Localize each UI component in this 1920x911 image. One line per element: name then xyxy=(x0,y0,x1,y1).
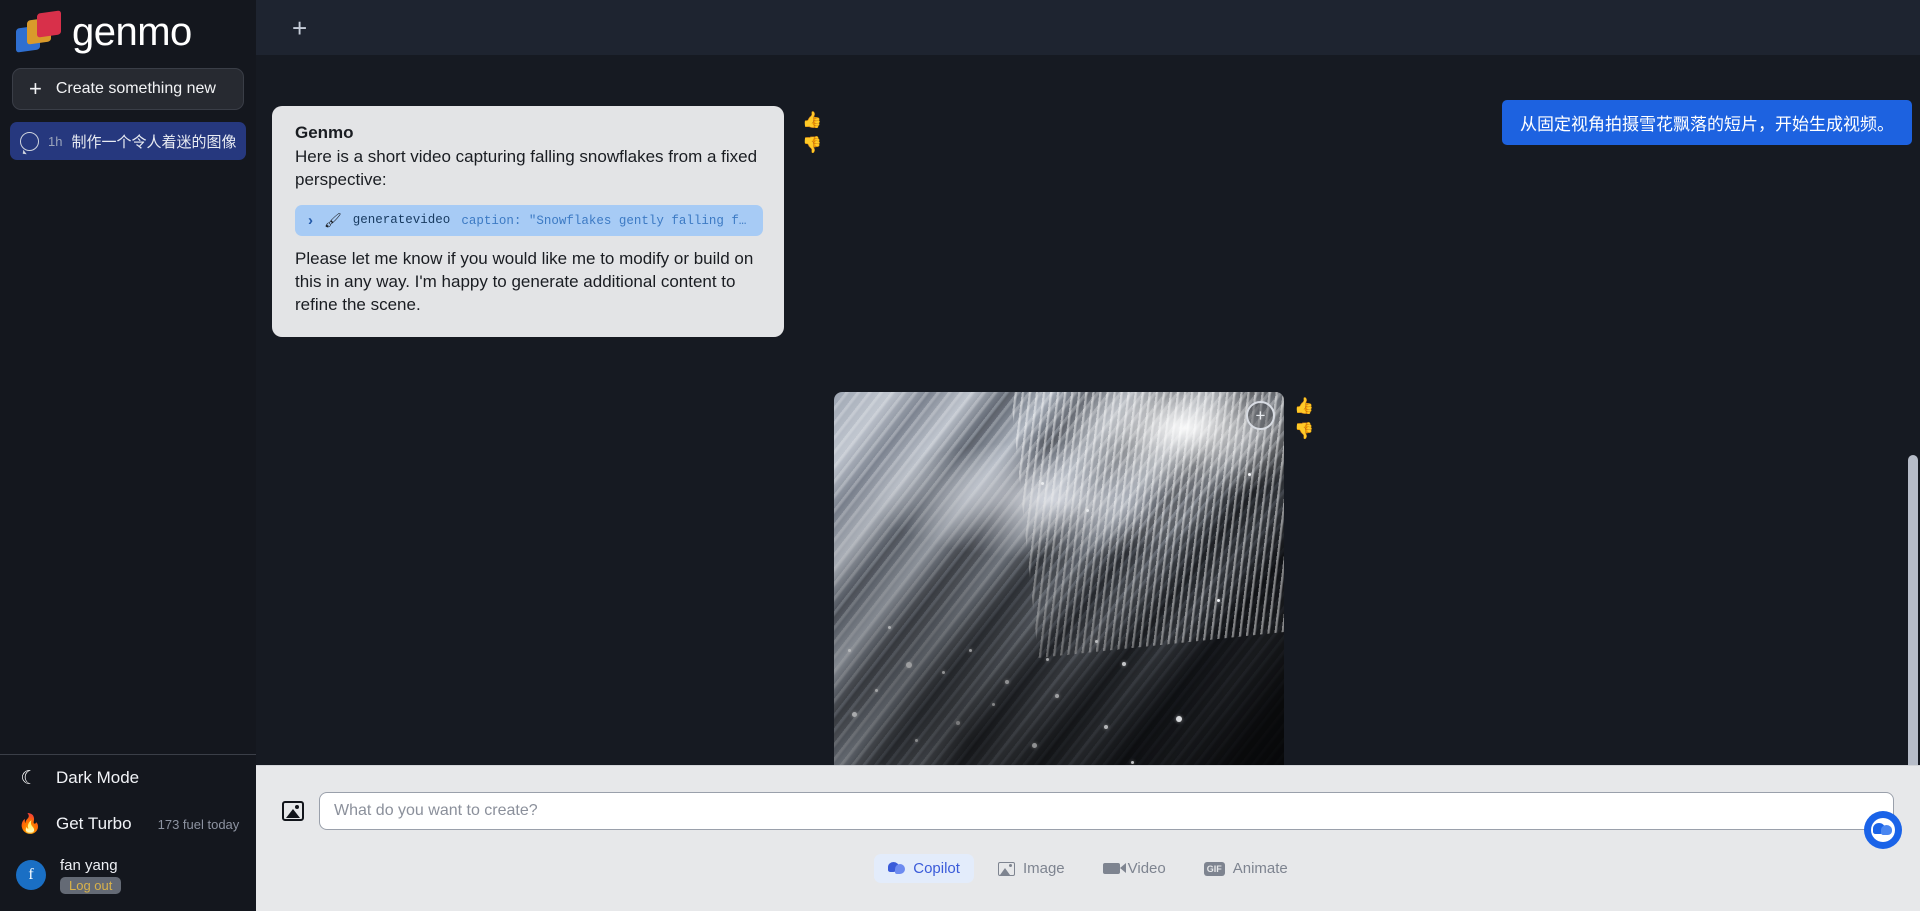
dark-mode-label: Dark Mode xyxy=(56,768,139,788)
photo-icon xyxy=(998,862,1015,876)
mode-copilot[interactable]: Copilot xyxy=(874,854,974,883)
thumbs-up-icon[interactable]: 👍 xyxy=(1294,399,1314,415)
copilot-icon xyxy=(888,861,905,876)
mode-video[interactable]: Video xyxy=(1089,854,1180,883)
conversation-item[interactable]: 1h 制作一个令人着迷的图像动画 xyxy=(10,122,246,160)
genmo-logo-icon xyxy=(16,12,62,52)
logout-button[interactable]: Log out xyxy=(60,877,121,894)
composer-input-row xyxy=(282,792,1894,830)
generated-video-thumbnail[interactable]: + ↓ genmo xyxy=(834,392,1284,765)
flame-icon: 🔥 xyxy=(18,812,40,836)
composer-bar: Copilot Image Video GIF Animate xyxy=(256,765,1920,911)
app-root: genmo + Create something new 1h 制作一个令人着迷… xyxy=(0,0,1920,911)
brand-name: genmo xyxy=(72,12,192,52)
sidebar-spacer xyxy=(0,160,256,754)
get-turbo-label: Get Turbo xyxy=(56,814,132,834)
generated-video-group: + ↓ genmo 👍 👎 xyxy=(834,392,1314,765)
video-vignette xyxy=(834,392,1284,765)
mode-copilot-label: Copilot xyxy=(913,860,960,877)
chat-bubble-icon xyxy=(20,132,39,151)
paintbrush-icon: 🖌 xyxy=(324,212,342,229)
mode-animate[interactable]: GIF Animate xyxy=(1190,854,1302,883)
brand-logo[interactable]: genmo xyxy=(0,0,256,62)
gif-icon: GIF xyxy=(1204,862,1225,876)
user-message-bubble: 从固定视角拍摄雪花飘落的短片，开始生成视频。 xyxy=(1502,100,1912,145)
video-camera-icon xyxy=(1103,863,1120,874)
conversation-time: 1h xyxy=(48,134,62,149)
new-chat-plus-icon[interactable]: + xyxy=(292,15,307,41)
thumbs-down-icon[interactable]: 👎 xyxy=(1294,424,1314,440)
tool-call-args: caption: "Snowflakes gently falling from… xyxy=(461,212,750,228)
dark-mode-toggle[interactable]: ☾ Dark Mode xyxy=(0,755,256,801)
support-chat-button[interactable] xyxy=(1864,811,1902,849)
expand-video-button[interactable]: + xyxy=(1246,401,1275,430)
assistant-message-group: Genmo Here is a short video capturing fa… xyxy=(272,106,822,337)
chevron-right-icon: › xyxy=(308,212,313,229)
assistant-name: Genmo xyxy=(295,123,763,143)
conversation-title: 制作一个令人着迷的图像动画 xyxy=(71,131,236,152)
top-bar: + xyxy=(256,0,1920,55)
user-meta: fan yang Log out xyxy=(60,857,121,894)
image-icon[interactable] xyxy=(282,801,304,821)
support-chat-icon xyxy=(1871,818,1895,842)
create-button-label: Create something new xyxy=(56,80,216,98)
prompt-input[interactable] xyxy=(319,792,1894,830)
assistant-feedback-controls: 👍 👎 xyxy=(802,106,822,154)
plus-icon: + xyxy=(29,78,42,100)
chat-scroll-area[interactable]: 从固定视角拍摄雪花飘落的短片，开始生成视频。 Genmo Here is a s… xyxy=(256,55,1920,765)
mode-image-label: Image xyxy=(1023,860,1065,877)
tool-call-row[interactable]: › 🖌 generatevideo caption: "Snowflakes g… xyxy=(295,205,763,236)
avatar: f xyxy=(16,860,46,890)
user-name: fan yang xyxy=(60,857,121,874)
thumbs-down-icon[interactable]: 👎 xyxy=(802,138,822,154)
main-panel: + 从固定视角拍摄雪花飘落的短片，开始生成视频。 Genmo Here is a… xyxy=(256,0,1920,911)
assistant-intro-text: Here is a short video capturing falling … xyxy=(295,146,763,192)
fuel-counter: 173 fuel today xyxy=(158,817,240,832)
sidebar: genmo + Create something new 1h 制作一个令人着迷… xyxy=(0,0,256,911)
conversation-list: 1h 制作一个令人着迷的图像动画 xyxy=(0,122,256,160)
mode-image[interactable]: Image xyxy=(984,854,1079,883)
mode-video-label: Video xyxy=(1128,860,1166,877)
user-profile[interactable]: f fan yang Log out xyxy=(0,847,256,911)
mode-switcher: Copilot Image Video GIF Animate xyxy=(282,854,1894,883)
tool-call-function: generatevideo xyxy=(353,213,451,227)
mode-animate-label: Animate xyxy=(1233,860,1288,877)
get-turbo-button[interactable]: 🔥 Get Turbo 173 fuel today xyxy=(0,801,256,847)
create-something-new-button[interactable]: + Create something new xyxy=(12,68,244,110)
moon-icon: ☾ xyxy=(18,767,40,790)
thumbs-up-icon[interactable]: 👍 xyxy=(802,113,822,129)
assistant-message-bubble: Genmo Here is a short video capturing fa… xyxy=(272,106,784,337)
assistant-outro-text: Please let me know if you would like me … xyxy=(295,248,763,317)
video-feedback-controls: 👍 👎 xyxy=(1294,392,1314,440)
vertical-scrollbar[interactable] xyxy=(1908,455,1918,765)
